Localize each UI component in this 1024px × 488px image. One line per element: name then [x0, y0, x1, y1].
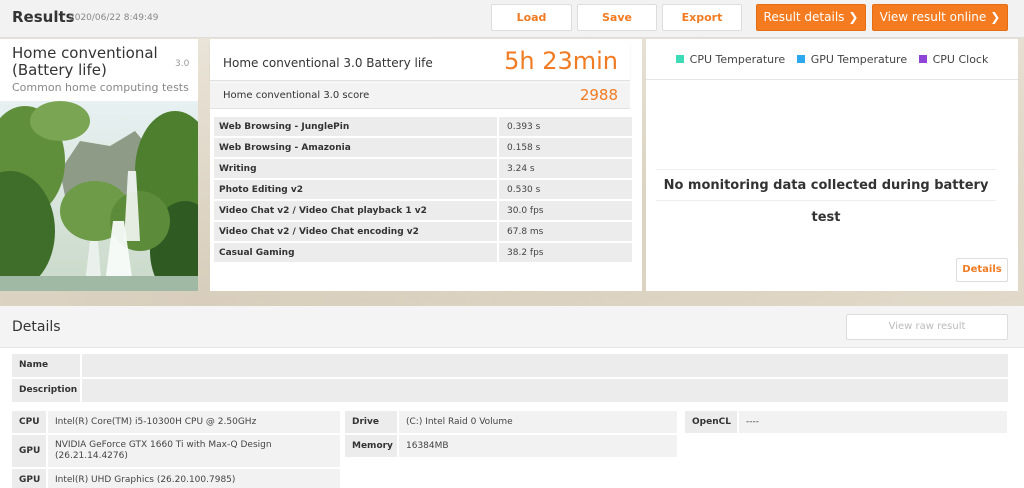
- overall-score: Home conventional 3.0 score 2988: [210, 83, 630, 109]
- chevron-right-icon: ❯: [848, 10, 859, 24]
- test-version: 3.0: [175, 59, 190, 69]
- cpu-row: CPU Intel(R) Core(TM) i5-10300H CPU @ 2.…: [12, 411, 340, 433]
- table-row: Web Browsing - JunglePin 0.393 s: [214, 117, 632, 136]
- load-button[interactable]: Load: [491, 4, 572, 31]
- legend-item-cpu-clock[interactable]: CPU Clock: [918, 53, 989, 66]
- subtest-value: 0.530 s: [497, 180, 632, 199]
- legend-label: CPU Temperature: [689, 53, 786, 66]
- view-raw-result-button[interactable]: View raw result: [846, 314, 1008, 340]
- gpu-value: NVIDIA GeForce GTX 1660 Ti with Max-Q De…: [48, 435, 340, 467]
- opencl-value: ----: [739, 411, 1007, 433]
- subtest-name: Video Chat v2 / Video Chat encoding v2: [214, 222, 497, 241]
- cpu-value: Intel(R) Core(TM) i5-10300H CPU @ 2.50GH…: [48, 411, 340, 433]
- results-date: 2020/06/22 8:49:49: [69, 13, 159, 23]
- test-info-panel: Home conventional (Battery life) 3.0 Com…: [0, 39, 198, 291]
- subtest-name: Casual Gaming: [214, 243, 497, 262]
- table-row: Video Chat v2 / Video Chat encoding v2 6…: [214, 222, 632, 241]
- no-monitoring-message: No monitoring data collected during batt…: [656, 169, 996, 225]
- subtest-name: Photo Editing v2: [214, 180, 497, 199]
- gpu-label: GPU: [12, 469, 46, 488]
- monitoring-panel: CPU Temperature GPU Temperature CPU Cloc…: [646, 39, 1018, 291]
- save-button[interactable]: Save: [577, 4, 657, 31]
- subtest-value: 3.24 s: [497, 159, 632, 178]
- subtest-value: 38.2 fps: [497, 243, 632, 262]
- table-row: Writing 3.24 s: [214, 159, 632, 178]
- battery-life-label: Home conventional 3.0 Battery life: [223, 56, 433, 70]
- legend-label: CPU Clock: [932, 53, 989, 66]
- drive-row: Drive (C:) Intel Raid 0 Volume: [345, 411, 677, 433]
- export-button[interactable]: Export: [662, 4, 742, 31]
- subtest-value: 67.8 ms: [497, 222, 632, 241]
- drive-label: Drive: [345, 411, 397, 433]
- subtest-value: 0.158 s: [497, 138, 632, 157]
- gpu-value: Intel(R) UHD Graphics (26.20.100.7985): [48, 469, 340, 488]
- name-row: Name: [12, 354, 1008, 377]
- memory-label: Memory: [345, 435, 397, 457]
- legend-label: GPU Temperature: [810, 53, 908, 66]
- view-result-online-label: View result online: [879, 10, 987, 24]
- monitoring-legend: CPU Temperature GPU Temperature CPU Cloc…: [646, 53, 1018, 66]
- details-section: Details View raw result Name Description…: [0, 306, 1024, 488]
- battery-life-value: 5h 23min: [504, 47, 618, 75]
- opencl-label: OpenCL: [685, 411, 737, 433]
- results-header: Results 2020/06/22 8:49:49 Load Save Exp…: [0, 0, 1024, 38]
- subtest-name: Video Chat v2 / Video Chat playback 1 v2: [214, 201, 497, 220]
- square-icon: [918, 55, 927, 63]
- square-icon: [675, 55, 684, 63]
- scores-panel: Home conventional 3.0 Battery life 5h 23…: [210, 39, 642, 291]
- description-row: Description: [12, 379, 1008, 402]
- table-row: Casual Gaming 38.2 fps: [214, 243, 632, 262]
- square-icon: [796, 55, 805, 63]
- test-name: Home conventional (Battery life): [12, 44, 158, 79]
- result-details-button[interactable]: Result details ❯: [756, 4, 866, 31]
- subtest-name: Web Browsing - Amazonia: [214, 138, 497, 157]
- drive-value: (C:) Intel Raid 0 Volume: [399, 411, 677, 433]
- results-title: Results: [12, 8, 75, 26]
- divider: [646, 79, 1018, 80]
- view-result-online-button[interactable]: View result online ❯: [872, 4, 1008, 31]
- overall-score-label: Home conventional 3.0 score: [223, 90, 370, 101]
- battery-life-score: Home conventional 3.0 Battery life 5h 23…: [210, 43, 630, 81]
- result-details-label: Result details: [763, 10, 845, 24]
- test-description: Common home computing tests: [12, 81, 189, 94]
- monitoring-details-button[interactable]: Details: [956, 258, 1008, 282]
- subtest-value: 0.393 s: [497, 117, 632, 136]
- overall-score-value: 2988: [579, 86, 618, 104]
- legend-item-gpu-temperature[interactable]: GPU Temperature: [796, 53, 908, 66]
- gpu-label: GPU: [12, 435, 46, 467]
- memory-value: 16384MB: [399, 435, 677, 457]
- name-label: Name: [12, 354, 80, 377]
- name-value: [82, 354, 1008, 377]
- subtest-value: 30.0 fps: [497, 201, 632, 220]
- subtest-name: Writing: [214, 159, 497, 178]
- chevron-right-icon: ❯: [990, 10, 1001, 24]
- details-title: Details: [12, 319, 61, 335]
- description-label: Description: [12, 379, 80, 402]
- gpu-row: GPU NVIDIA GeForce GTX 1660 Ti with Max-…: [12, 435, 340, 467]
- opencl-row: OpenCL ----: [685, 411, 1007, 433]
- subtest-name: Web Browsing - JunglePin: [214, 117, 497, 136]
- table-row: Web Browsing - Amazonia 0.158 s: [214, 138, 632, 157]
- cpu-label: CPU: [12, 411, 46, 433]
- subtest-table: Web Browsing - JunglePin 0.393 s Web Bro…: [214, 115, 632, 264]
- test-waterfall-image: [0, 101, 198, 291]
- table-row: Video Chat v2 / Video Chat playback 1 v2…: [214, 201, 632, 220]
- legend-item-cpu-temperature[interactable]: CPU Temperature: [675, 53, 786, 66]
- memory-row: Memory 16384MB: [345, 435, 677, 457]
- details-header: Details View raw result: [0, 306, 1024, 348]
- description-value: [82, 379, 1008, 402]
- table-row: Photo Editing v2 0.530 s: [214, 180, 632, 199]
- gpu-row: GPU Intel(R) UHD Graphics (26.20.100.798…: [12, 469, 340, 488]
